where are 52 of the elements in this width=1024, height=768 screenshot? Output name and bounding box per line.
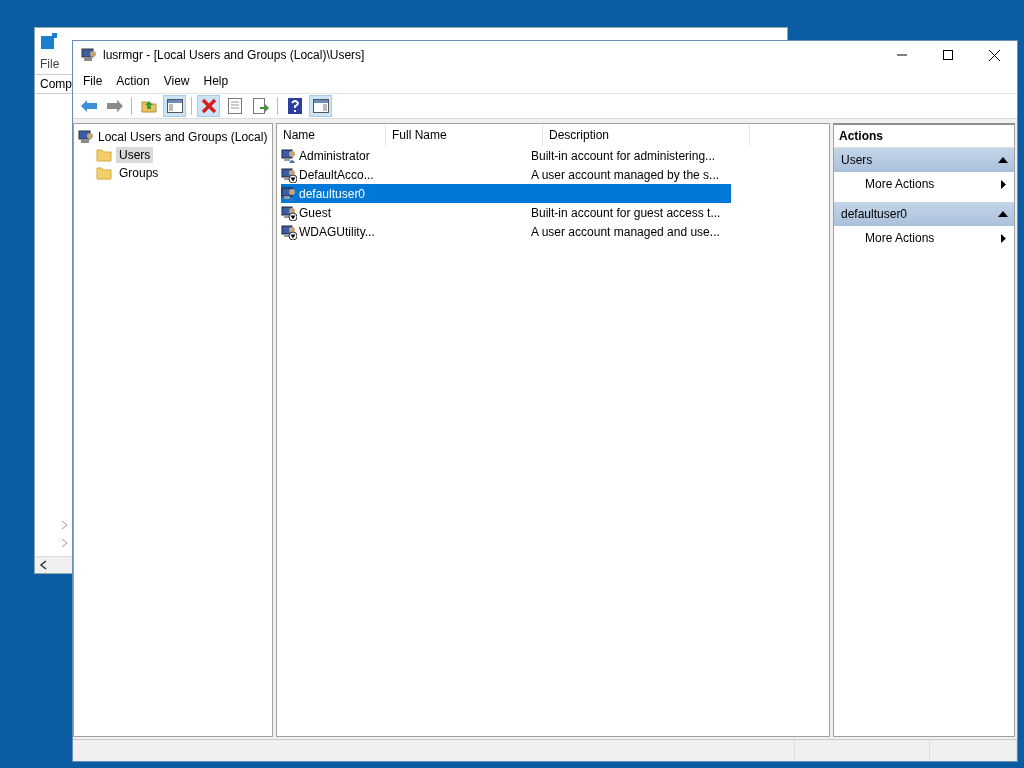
console-tree-icon (166, 99, 183, 113)
export-list-icon (252, 98, 269, 114)
computer-icon (81, 47, 97, 63)
close-icon (988, 49, 1000, 61)
action-pane-icon (312, 99, 329, 113)
collapse-icon (998, 211, 1008, 217)
window-title: lusrmgr - [Local Users and Groups (Local)\Users] (103, 48, 366, 62)
properties-icon (227, 98, 242, 114)
menu-item[interactable]: File (76, 74, 110, 88)
folder-icon (96, 166, 112, 180)
computer-icon (78, 129, 94, 145)
table-row[interactable]: Administrator Built-in account for administering... (281, 146, 731, 165)
table-cell: Built-in account for guest access t... (531, 205, 721, 220)
column-header[interactable]: Name (277, 124, 386, 146)
maximize-icon (943, 50, 953, 60)
toolbar-button[interactable] (163, 95, 186, 117)
tree-item[interactable]: Local Users and Groups (Local) (98, 130, 268, 144)
submenu-arrow-icon (1001, 179, 1006, 189)
toolbar-button[interactable] (197, 95, 220, 117)
action-item[interactable]: More Actions (834, 172, 1014, 196)
table-cell: DefaultAcco... (299, 167, 374, 182)
back-arrow-icon (80, 100, 97, 112)
table-cell: Guest (299, 205, 331, 220)
scroll-left-icon[interactable] (39, 560, 49, 570)
column-header[interactable]: Description (543, 124, 750, 146)
table-cell: Administrator (299, 148, 370, 163)
help-icon (287, 98, 302, 114)
forward-arrow-icon (106, 100, 123, 112)
tree-item[interactable]: Users (116, 147, 154, 163)
section-header[interactable]: defaultuser0 (834, 202, 1014, 226)
table-cell: WDAGUtility... (299, 224, 375, 239)
menu-item[interactable]: File (40, 57, 60, 71)
action-item[interactable]: More Actions (834, 226, 1014, 250)
collapse-icon (998, 157, 1008, 163)
submenu-arrow-icon (1001, 233, 1006, 243)
menu-item[interactable]: View (156, 74, 197, 88)
menu-item[interactable]: Action (109, 74, 157, 88)
table-cell: defaultuser0 (299, 186, 366, 201)
toolbar-button[interactable] (309, 95, 332, 117)
address-field[interactable]: Comp (40, 77, 72, 91)
app-icon (41, 33, 57, 49)
delete-icon (200, 98, 217, 114)
table-cell: Built-in account for administering... (531, 148, 716, 163)
menu-item[interactable]: Help (196, 74, 236, 88)
section-header[interactable]: Users (834, 148, 1014, 172)
column-header[interactable]: Full Name (386, 124, 543, 146)
folder-icon (96, 148, 112, 162)
folder-up-icon (140, 99, 157, 113)
tree-item[interactable]: Groups (116, 165, 162, 181)
table-cell: A user account managed by the s... (531, 167, 720, 182)
table-row[interactable]: defaultuser0 (281, 184, 731, 203)
table-cell: A user account managed and use... (531, 224, 720, 239)
